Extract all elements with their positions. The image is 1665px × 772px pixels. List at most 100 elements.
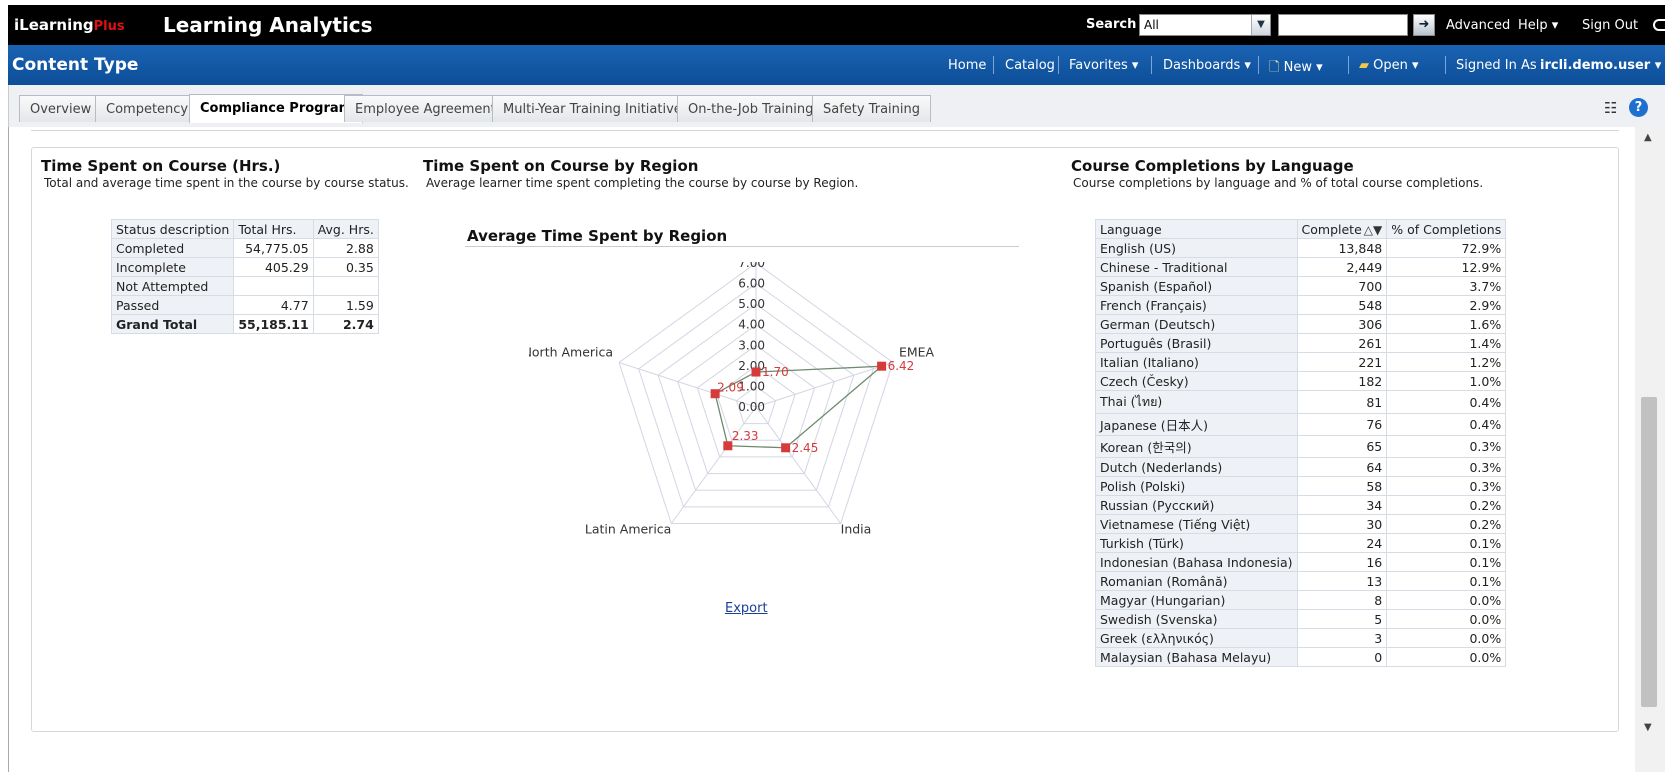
- table-cell: 55,185.11: [233, 314, 314, 334]
- table-cell: 76: [1296, 413, 1388, 436]
- table-row: Czech (Česky) 182 1.0%: [1095, 371, 1507, 391]
- tab-on-the-job-training[interactable]: On-the-Job Training: [677, 95, 825, 122]
- table-row: Not Attempted: [110, 276, 379, 296]
- table-cell: 5: [1296, 609, 1388, 629]
- tab-competency[interactable]: Competency: [95, 95, 200, 122]
- dashboards-menu[interactable]: Dashboards ▾: [1163, 58, 1251, 73]
- sign-out-icon[interactable]: [1653, 19, 1665, 31]
- search-input[interactable]: [1278, 14, 1408, 36]
- table-cell: 58: [1296, 476, 1388, 496]
- table-cell: 548: [1296, 295, 1388, 315]
- table-row: Japanese (日本人) 76 0.4%: [1095, 413, 1507, 436]
- table-cell: 1.6%: [1386, 314, 1507, 334]
- table-cell: 0.3%: [1386, 435, 1507, 458]
- table-cell: 8: [1296, 590, 1388, 610]
- row-label: English (US): [1095, 238, 1298, 258]
- nav-separator: [1151, 56, 1152, 74]
- chevron-down-icon[interactable]: ▼: [1251, 15, 1270, 35]
- table-row: Passed 4.77 1.59: [110, 295, 379, 315]
- column-header: Avg. Hrs.: [312, 219, 379, 239]
- table-header-row: Status description Total Hrs. Avg. Hrs.: [110, 219, 379, 239]
- tab-multi-year-training-initiative[interactable]: Multi-Year Training Initiative: [492, 95, 693, 122]
- table-cell: 54,775.05: [233, 238, 314, 258]
- time-spent-subtitle: Total and average time spent in the cour…: [44, 176, 409, 190]
- table-row: Italian (Italiano) 221 1.2%: [1095, 352, 1507, 372]
- scrollbar-thumb[interactable]: [1641, 397, 1657, 707]
- vertical-scrollbar[interactable]: ▲ ▼: [1635, 127, 1665, 772]
- help-menu[interactable]: Help ▾: [1518, 18, 1558, 33]
- column-header: % of Completions: [1386, 219, 1507, 239]
- section-divider: [31, 127, 1619, 131]
- row-label: Malaysian (Bahasa Melayu): [1095, 647, 1298, 667]
- new-menu[interactable]: 🗋 New ▾: [1269, 58, 1323, 80]
- open-menu[interactable]: ▰ Open ▾: [1359, 58, 1419, 73]
- table-row: Vietnamese (Tiếng Việt) 30 0.2%: [1095, 514, 1507, 534]
- radar-tick-label: 3.00: [738, 338, 765, 352]
- radar-data-label: 2.33: [732, 429, 759, 443]
- user-menu[interactable]: ircli.demo.user ▾: [1540, 58, 1661, 73]
- radar-data-label: 2.09: [717, 381, 744, 395]
- table-cell: 24: [1296, 533, 1388, 553]
- home-link[interactable]: Home: [948, 58, 986, 73]
- table-cell: 12.9%: [1386, 257, 1507, 277]
- table-cell: 261: [1296, 333, 1388, 353]
- sign-out-link[interactable]: Sign Out: [1582, 18, 1638, 33]
- radar-data-label: 6.42: [888, 359, 915, 373]
- table-cell: 0.3%: [1386, 476, 1507, 496]
- help-icon[interactable]: ?: [1629, 98, 1648, 117]
- radar-data-point: [751, 367, 761, 377]
- radar-tick-label: 7.00: [738, 262, 765, 270]
- table-cell: 13: [1296, 571, 1388, 591]
- table-cell: 0.2%: [1386, 495, 1507, 515]
- favorites-menu[interactable]: Favorites ▾: [1069, 58, 1138, 73]
- table-row: Incomplete 405.29 0.35: [110, 257, 379, 277]
- scroll-down-icon[interactable]: ▼: [1644, 722, 1652, 733]
- tab-overview[interactable]: Overview: [19, 95, 103, 122]
- nav-separator: [1445, 56, 1446, 74]
- scroll-up-icon[interactable]: ▲: [1644, 132, 1652, 143]
- column-header-sortable[interactable]: Complete △▼: [1296, 219, 1388, 239]
- table-cell: 0.1%: [1386, 552, 1507, 572]
- catalog-link[interactable]: Catalog: [1005, 58, 1055, 73]
- table-row: French (Français) 548 2.9%: [1095, 295, 1507, 315]
- table-row: Greek (ελληνικός) 3 0.0%: [1095, 628, 1507, 648]
- column-header-label: Complete: [1301, 221, 1362, 237]
- row-label: Dutch (Nederlands): [1095, 457, 1298, 477]
- export-link[interactable]: Export: [725, 601, 768, 616]
- page-options-icon[interactable]: ☷: [1604, 99, 1617, 117]
- table-cell: 0.35: [312, 257, 379, 277]
- languages-title: Course Completions by Language: [1071, 157, 1354, 175]
- logo-text: iLearning: [14, 16, 94, 34]
- chart-title: Average Time Spent by Region: [467, 227, 728, 245]
- app-logo: iLearningPlus: [14, 16, 125, 34]
- radar-tick-label: 0.00: [738, 400, 765, 414]
- row-label: Greek (ελληνικός): [1095, 628, 1298, 648]
- table-cell: 0.2%: [1386, 514, 1507, 534]
- row-label: Not Attempted: [110, 276, 235, 296]
- table-cell: 0.0%: [1386, 590, 1507, 610]
- search-go-button[interactable]: ➜: [1413, 14, 1435, 36]
- table-row: English (US) 13,848 72.9%: [1095, 238, 1507, 258]
- radar-category-label: Latin America: [585, 521, 671, 536]
- row-label: Polish (Polski): [1095, 476, 1298, 496]
- nav-separator: [1058, 56, 1059, 74]
- table-row: Polish (Polski) 58 0.3%: [1095, 476, 1507, 496]
- tab-employee-agreements[interactable]: Employee Agreements: [344, 95, 514, 122]
- dashboard-tabs: Overview Competency Compliance Program E…: [8, 85, 1665, 127]
- tab-compliance-program[interactable]: Compliance Program: [189, 94, 364, 123]
- radar-spoke: [670, 406, 757, 524]
- row-label: Completed: [110, 238, 235, 258]
- table-cell: 2,449: [1296, 257, 1388, 277]
- table-row: Thai (ไทย) 81 0.4%: [1095, 390, 1507, 414]
- tab-safety-training[interactable]: Safety Training: [812, 95, 932, 122]
- sort-icon[interactable]: △▼: [1364, 223, 1382, 237]
- time-spent-title: Time Spent on Course (Hrs.): [41, 157, 281, 175]
- table-cell: 405.29: [233, 257, 314, 277]
- row-label: Thai (ไทย): [1095, 390, 1298, 414]
- new-menu-label: New ▾: [1283, 60, 1323, 75]
- table-cell: 0.4%: [1386, 390, 1507, 414]
- advanced-search-link[interactable]: Advanced: [1446, 18, 1510, 33]
- app-title: Learning Analytics: [163, 13, 373, 37]
- radar-data-label: 2.45: [792, 441, 819, 455]
- table-cell: 0: [1296, 647, 1388, 667]
